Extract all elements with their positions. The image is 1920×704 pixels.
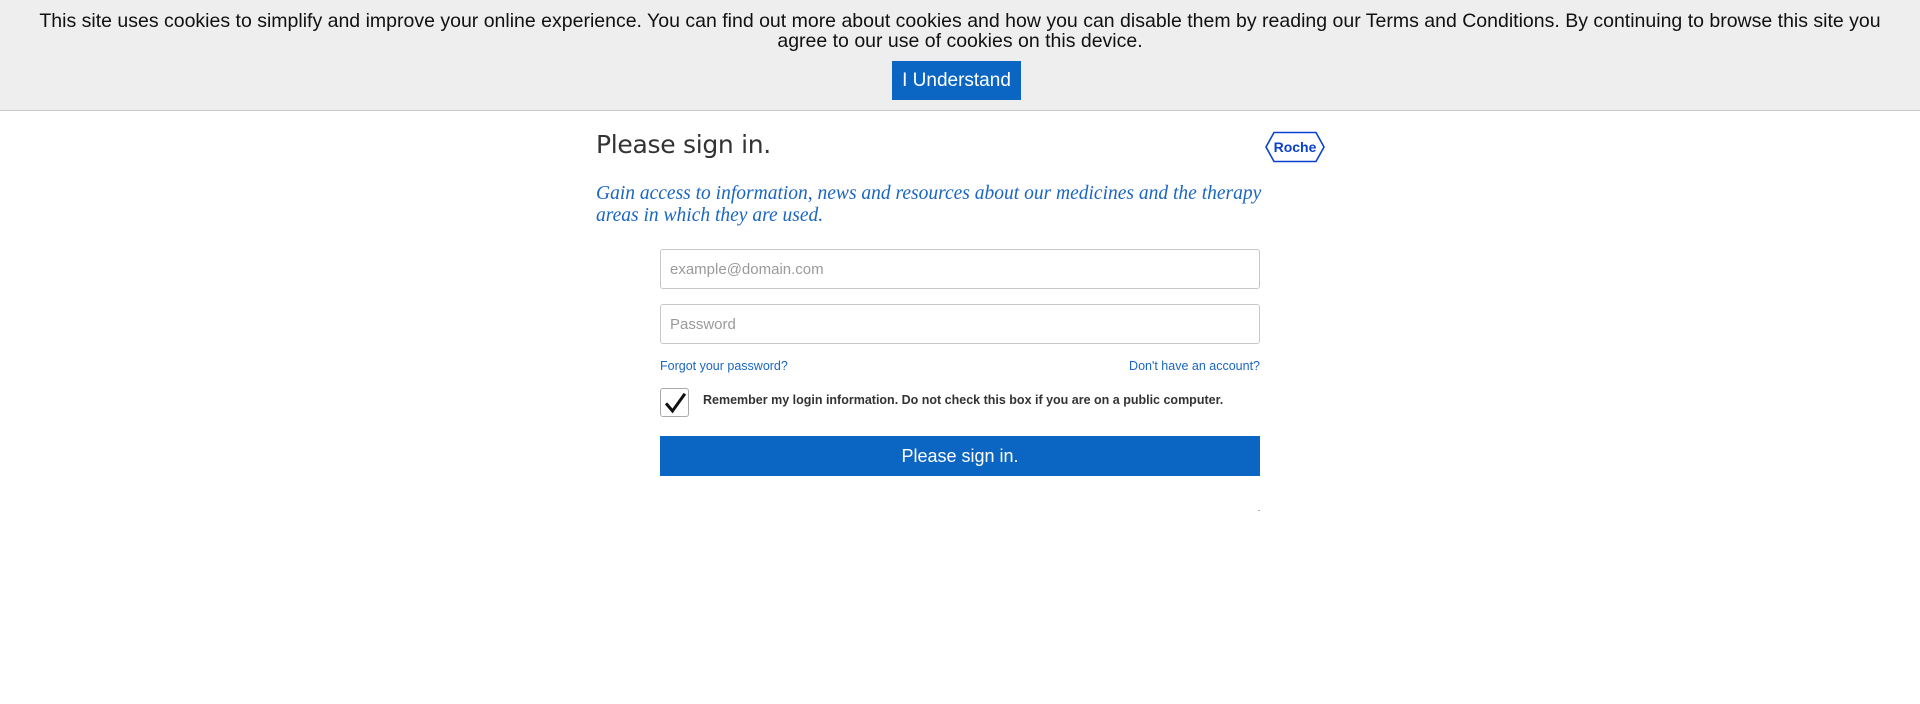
roche-logo: Roche (1265, 131, 1325, 163)
checkmark-icon (664, 392, 687, 414)
email-field[interactable] (660, 249, 1260, 289)
page-title: Please sign in. (596, 130, 771, 159)
sign-in-button[interactable]: Please sign in. (660, 436, 1260, 476)
forgot-password-link[interactable]: Forgot your password? (660, 359, 788, 373)
cookie-notice-text: This site uses cookies to simplify and i… (39, 10, 1881, 52)
create-account-link[interactable]: Don't have an account? (1129, 359, 1260, 373)
page-tagline: Gain access to information, news and res… (596, 183, 1262, 226)
remember-me-label: Remember my login information. Do not ch… (703, 393, 1224, 407)
password-field[interactable] (660, 304, 1260, 344)
cookie-accept-button[interactable]: I Understand (892, 61, 1021, 100)
remember-me-checkbox[interactable] (660, 388, 689, 417)
logo-wordmark: Roche (1273, 139, 1317, 155)
cookie-banner: This site uses cookies to simplify and i… (0, 0, 1920, 111)
divider-dot (1258, 510, 1260, 511)
